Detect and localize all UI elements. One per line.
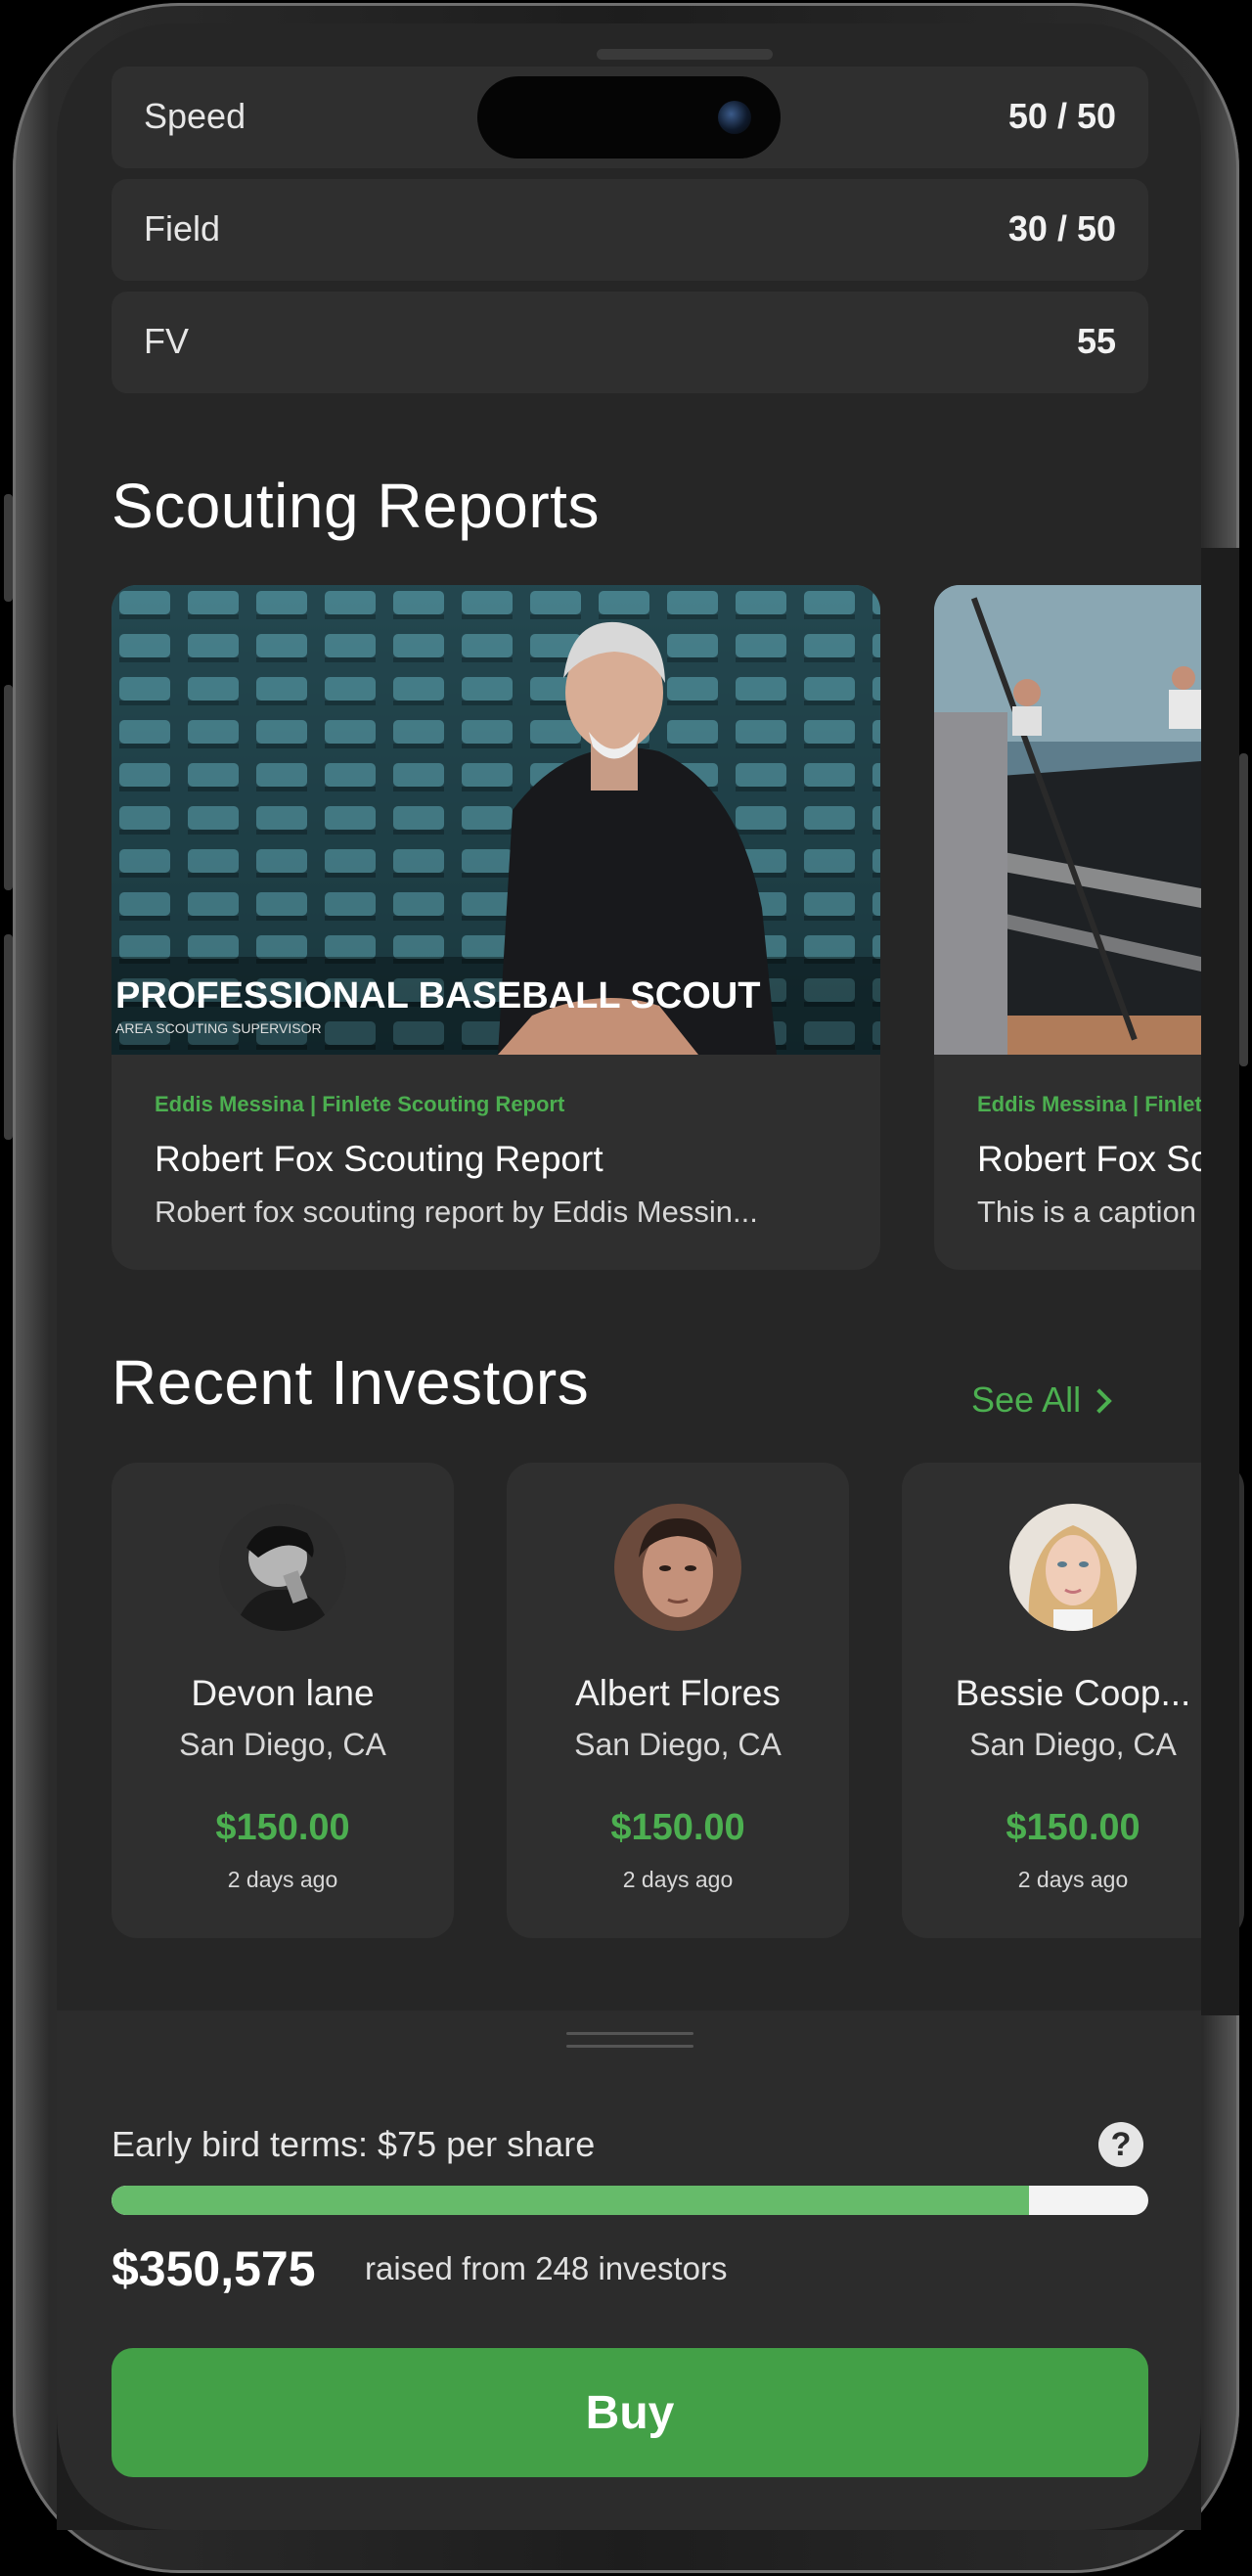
see-all-link[interactable]: See All: [971, 1379, 1112, 1421]
screen-edge-mask: [1201, 548, 1239, 2015]
speaker: [597, 49, 773, 60]
investor-name: Albert Flores: [575, 1673, 781, 1713]
investor-time: 2 days ago: [622, 1867, 734, 1892]
investor-time: 2 days ago: [1017, 1867, 1129, 1892]
sheet-handle[interactable]: [566, 2045, 693, 2048]
report-image-subline: AREA SCOUTING SUPERVISOR: [115, 1020, 322, 1036]
report-title: Robert Fox Scouting Report: [977, 1139, 1201, 1179]
investor-card[interactable]: Albert Flores San Diego, CA $150.00 2 da…: [507, 1463, 849, 1938]
sheet-handle[interactable]: [566, 2032, 693, 2035]
progress-fill: [112, 2186, 1030, 2215]
scouting-reports-title: Scouting Reports: [112, 471, 600, 541]
raised-amount: $350,575: [112, 2241, 316, 2296]
stat-label: Field: [144, 208, 221, 249]
side-button: [4, 934, 13, 1140]
investor-location: San Diego, CA: [179, 1727, 386, 1762]
recent-investors-title: Recent Investors: [112, 1347, 590, 1418]
side-button: [4, 685, 13, 890]
investor-amount: $150.00: [1006, 1807, 1140, 1848]
stat-label: FV: [144, 321, 190, 361]
stat-row-fv: FV 55: [112, 292, 1148, 393]
side-button: [1239, 753, 1248, 1066]
stat-value: 55: [1076, 321, 1116, 361]
report-image: PROFESSIONAL BASEBALL SCOUT AREA SCOUTIN…: [112, 585, 880, 1055]
investor-time: 2 days ago: [227, 1867, 338, 1892]
scouting-report-card[interactable]: PROFESSIONAL BASEBALL SCOUT AREA SCOUTIN…: [112, 585, 880, 1270]
investor-card[interactable]: Devon lane San Diego, CA $150.00 2 days …: [112, 1463, 454, 1938]
investor-amount: $150.00: [610, 1807, 745, 1848]
help-icon[interactable]: ?: [1098, 2122, 1143, 2167]
investor-amount: $150.00: [215, 1807, 350, 1848]
avatar: [1009, 1504, 1137, 1631]
investor-card[interactable]: Bessie Coop... San Diego, CA $150.00 2 d…: [902, 1463, 1244, 1938]
investor-location: San Diego, CA: [574, 1727, 782, 1762]
early-bird-terms: Early bird terms: $75 per share: [112, 2124, 596, 2164]
funding-progress-bar: [112, 2186, 1148, 2215]
investor-name: Devon lane: [191, 1673, 375, 1713]
camera-icon: [718, 101, 751, 134]
chevron-right-icon: [1087, 1388, 1112, 1414]
stat-row-field: Field 30 / 50: [112, 179, 1148, 281]
investor-name: Bessie Coop...: [955, 1673, 1191, 1713]
see-all-label: See All: [971, 1379, 1082, 1420]
investor-location: San Diego, CA: [969, 1727, 1177, 1762]
side-button: [4, 494, 13, 602]
stat-value: 50 / 50: [1007, 96, 1116, 136]
report-tag: Eddis Messina | Finlete Scouting Report: [977, 1092, 1201, 1116]
report-caption: Robert fox scouting report by Eddis Mess…: [155, 1195, 758, 1229]
report-image-headline: PROFESSIONAL BASEBALL SCOUT: [115, 975, 760, 1017]
stat-label: Speed: [144, 96, 246, 136]
report-image: [934, 585, 1201, 1055]
report-title: Robert Fox Scouting Report: [155, 1139, 604, 1179]
avatar: [614, 1504, 741, 1631]
screen-corner-mask: [57, 2413, 1201, 2530]
dynamic-island: [477, 76, 781, 158]
stat-value: 30 / 50: [1007, 208, 1116, 249]
avatar: [219, 1504, 346, 1631]
raised-text: raised from 248 investors: [365, 2250, 728, 2286]
report-caption: This is a caption: [977, 1195, 1196, 1229]
report-tag: Eddis Messina | Finlete Scouting Report: [155, 1092, 565, 1116]
scouting-report-card[interactable]: Eddis Messina | Finlete Scouting Report …: [934, 585, 1201, 1270]
